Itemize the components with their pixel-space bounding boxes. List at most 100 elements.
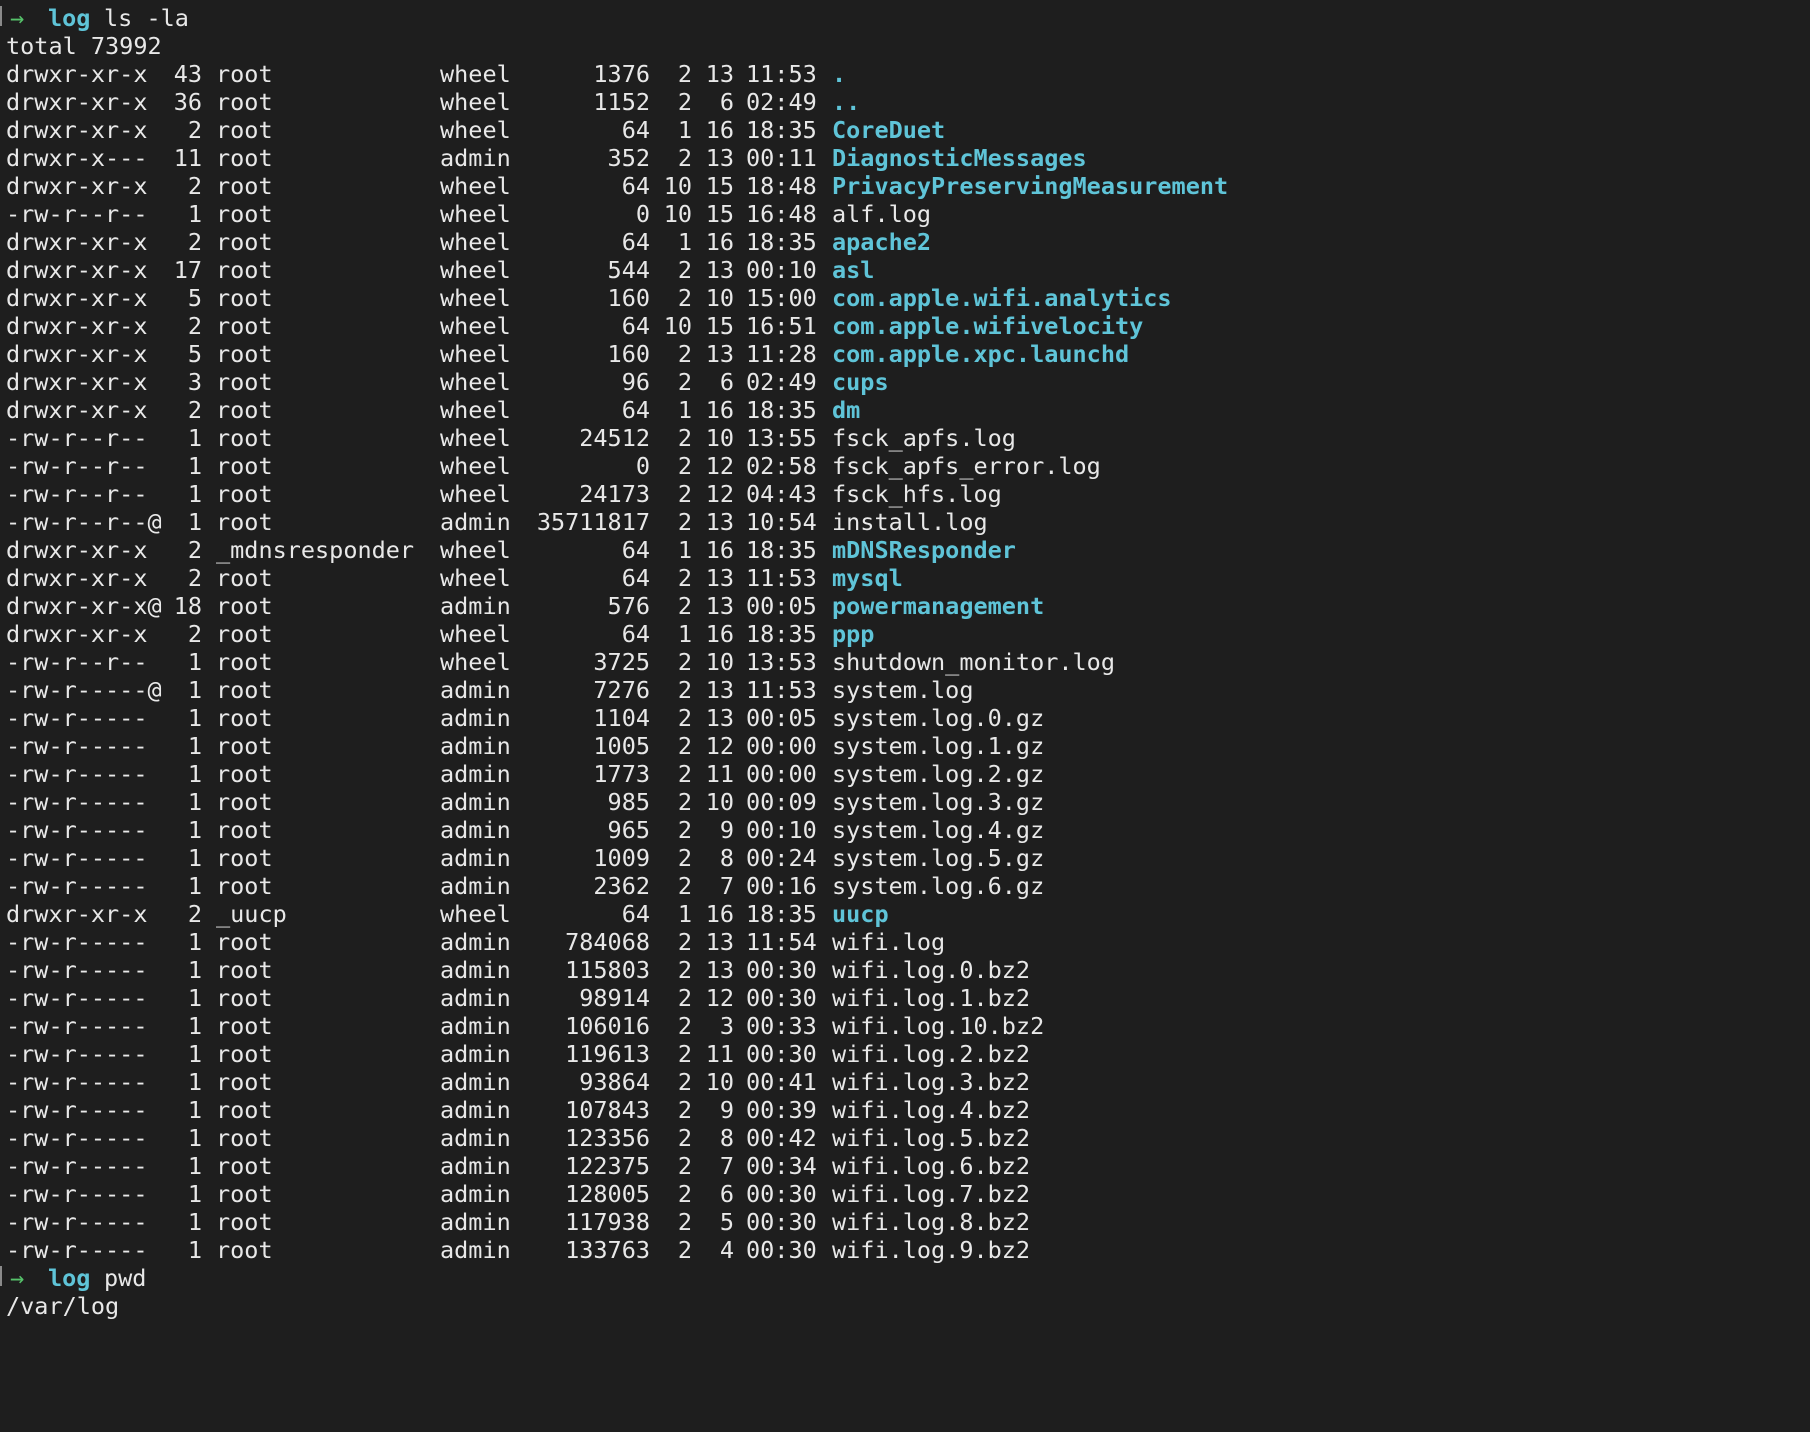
listing-name: apache2 (832, 228, 932, 256)
listing-links: 1 (187, 984, 202, 1012)
listing-name: wifi.log.5.bz2 (832, 1124, 1031, 1152)
listing-time: 00:24 (746, 844, 817, 872)
listing-links: 1 (187, 200, 202, 228)
listing-month: 10 (663, 200, 692, 228)
listing-owner: root (216, 1068, 273, 1096)
listing-perm: drwxr-xr-x (6, 536, 148, 564)
listing-group: admin (440, 1208, 511, 1236)
listing-size: 64 (621, 396, 650, 424)
listing-name: wifi.log.7.bz2 (832, 1180, 1031, 1208)
listing-perm: -rw-r----- (6, 956, 148, 984)
listing-month: 2 (677, 368, 692, 396)
listing-perm: -rw-r----- (6, 1096, 148, 1124)
listing-day: 11 (705, 1040, 734, 1068)
listing-links: 1 (187, 816, 202, 844)
listing-size: 576 (607, 592, 650, 620)
listing-perm: -rw-r----- (6, 984, 148, 1012)
listing-name: com.apple.xpc.launchd (832, 340, 1130, 368)
listing-day: 15 (705, 200, 734, 228)
listing-size: 0 (635, 452, 650, 480)
listing-links: 1 (187, 1012, 202, 1040)
listing-group: wheel (440, 256, 511, 284)
listing-group: admin (440, 1236, 511, 1264)
listing-group: admin (440, 872, 511, 900)
listing-time: 00:10 (746, 256, 817, 284)
listing-owner: root (216, 312, 273, 340)
listing-row: -rw-r--r-- 1 root wheel 0 2 12 02:58 fsck_apfs_e… (0, 452, 1810, 480)
listing-time: 00:30 (746, 1236, 817, 1264)
listing-size: 64 (621, 312, 650, 340)
listing-month: 2 (677, 564, 692, 592)
listing-day: 10 (705, 1068, 734, 1096)
listing-size: 1005 (593, 732, 650, 760)
listing-name: wifi.log.3.bz2 (832, 1068, 1031, 1096)
listing-name: wifi.log.9.bz2 (832, 1236, 1031, 1264)
listing-links: 36 (173, 88, 202, 116)
listing-day: 13 (705, 956, 734, 984)
listing-size: 107843 (565, 1096, 650, 1124)
listing-owner: root (216, 788, 273, 816)
listing-links: 5 (187, 340, 202, 368)
listing-perm: -rw-r----- (6, 1236, 148, 1264)
listing-links: 1 (187, 760, 202, 788)
listing-day: 13 (705, 144, 734, 172)
listing-month: 2 (677, 732, 692, 760)
listing-name: system.log.4.gz (832, 816, 1045, 844)
listing-group: wheel (440, 284, 511, 312)
listing-size: 122375 (565, 1152, 650, 1180)
listing-owner: root (216, 732, 273, 760)
listing-time: 11:54 (746, 928, 817, 956)
listing-links: 2 (187, 396, 202, 424)
listing-row: -rw-r----- 1 root admin 133763 2 4 00:30 wifi.lo… (0, 1236, 1810, 1264)
listing-owner: root (216, 1180, 273, 1208)
listing-name: alf.log (832, 200, 932, 228)
listing-size: 64 (621, 564, 650, 592)
listing-row: drwxr-xr-x 17 root wheel 544 2 13 00:10 asl (0, 256, 1810, 284)
listing-size: 93864 (579, 1068, 650, 1096)
listing-name: ppp (832, 620, 875, 648)
listing-perm: drwxr-xr-x (6, 256, 148, 284)
listing-perm: -rw-r--r-- (6, 452, 148, 480)
listing-links: 2 (187, 536, 202, 564)
listing-day: 8 (719, 844, 734, 872)
listing-day: 12 (705, 984, 734, 1012)
listing-month: 2 (677, 1068, 692, 1096)
listing-group: admin (440, 844, 511, 872)
command-text: ls -la (104, 4, 189, 32)
listing-month: 2 (677, 788, 692, 816)
listing-group: wheel (440, 228, 511, 256)
listing-group: admin (440, 144, 511, 172)
listing-links: 18 (173, 592, 202, 620)
listing-size: 160 (607, 284, 650, 312)
listing-time: 11:53 (746, 60, 817, 88)
listing-perm: -rw-r--r-- (6, 424, 148, 452)
listing-owner: root (216, 228, 273, 256)
listing-group: wheel (440, 900, 511, 928)
prompt-line-pwd: → log pwd (0, 1264, 1810, 1292)
listing-links: 1 (187, 1040, 202, 1068)
listing-size: 160 (607, 340, 650, 368)
listing-group: wheel (440, 648, 511, 676)
listing-perm: -rw-r----- (6, 704, 148, 732)
listing-size: 115803 (565, 956, 650, 984)
listing-row: drwxr-xr-x 2 root wheel 64 1 16 18:35 ppp (0, 620, 1810, 648)
listing-day: 13 (705, 256, 734, 284)
listing-name: fsck_hfs.log (832, 480, 1002, 508)
listing-month: 2 (677, 1124, 692, 1152)
listing-row: -rw-r----- 1 root admin 1773 2 11 00:00 system.l… (0, 760, 1810, 788)
listing-perm: -rw-r----- (6, 1124, 148, 1152)
listing-day: 13 (705, 592, 734, 620)
listing-day: 13 (705, 60, 734, 88)
listing-name: system.log (832, 676, 974, 704)
listing-perm: drwxr-xr-x (6, 60, 148, 88)
listing-links: 2 (187, 312, 202, 340)
listing-time: 00:33 (746, 1012, 817, 1040)
listing-month: 2 (677, 452, 692, 480)
listing-owner: root (216, 1040, 273, 1068)
listing-name: wifi.log.0.bz2 (832, 956, 1031, 984)
terminal-output[interactable]: → log ls -la total 73992 drwxr-xr-x 43 roo… (0, 4, 1810, 1320)
listing-perm: drwxr-xr-x@ (6, 592, 162, 620)
listing-row: -rw-r----- 1 root admin 2362 2 7 00:16 system.lo… (0, 872, 1810, 900)
listing-size: 64 (621, 620, 650, 648)
listing-links: 2 (187, 116, 202, 144)
